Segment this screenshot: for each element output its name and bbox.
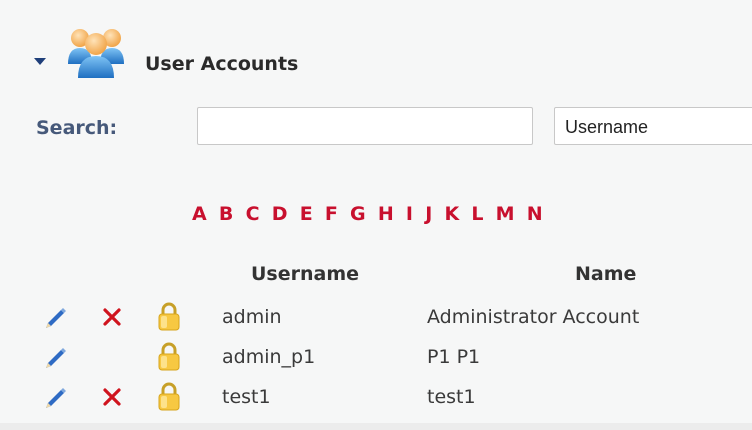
- letter-filter-b[interactable]: B: [219, 203, 233, 225]
- table-row: admin_p1 P1 P1: [0, 342, 752, 386]
- delete-x-icon[interactable]: [101, 386, 123, 408]
- edit-pencil-icon[interactable]: [40, 344, 70, 374]
- search-field-select[interactable]: Username: [554, 107, 752, 145]
- letter-filter-e[interactable]: E: [300, 203, 313, 225]
- letter-filter-k[interactable]: K: [444, 203, 459, 225]
- letter-filter-j[interactable]: J: [425, 203, 432, 225]
- name-cell: P1 P1: [427, 346, 481, 368]
- letter-filter-i[interactable]: I: [406, 203, 413, 225]
- panel-title: User Accounts: [145, 53, 299, 75]
- table-row: test1 test1: [0, 382, 752, 426]
- letter-filter-n[interactable]: N: [527, 203, 543, 225]
- letter-filter-h[interactable]: H: [378, 203, 394, 225]
- edit-pencil-icon[interactable]: [40, 304, 70, 334]
- username-cell: admin_p1: [222, 346, 316, 368]
- lock-icon[interactable]: [155, 340, 183, 372]
- table-row: admin Administrator Account: [0, 302, 752, 346]
- letter-filter-f[interactable]: F: [325, 203, 338, 225]
- letter-filter-a[interactable]: A: [192, 203, 207, 225]
- alphabet-filter: ABCDEFGHIJKLMN: [192, 203, 555, 225]
- column-header-name[interactable]: Name: [575, 263, 636, 285]
- lock-icon[interactable]: [155, 380, 183, 412]
- name-cell: test1: [427, 386, 476, 408]
- username-cell: admin: [222, 306, 282, 328]
- letter-filter-c[interactable]: C: [246, 203, 260, 225]
- users-icon: [68, 29, 124, 78]
- letter-filter-m[interactable]: M: [496, 203, 515, 225]
- letter-filter-d[interactable]: D: [272, 203, 288, 225]
- column-header-username[interactable]: Username: [251, 263, 359, 285]
- collapse-caret-icon[interactable]: [34, 58, 46, 65]
- delete-x-icon[interactable]: [101, 306, 123, 328]
- username-cell: test1: [222, 386, 271, 408]
- user-accounts-panel-header: User Accounts: [0, 0, 752, 110]
- edit-pencil-icon[interactable]: [40, 384, 70, 414]
- letter-filter-l[interactable]: L: [471, 203, 483, 225]
- search-input[interactable]: [197, 107, 533, 145]
- letter-filter-g[interactable]: G: [350, 203, 366, 225]
- search-label: Search:: [36, 117, 118, 139]
- name-cell: Administrator Account: [427, 306, 640, 328]
- bottom-divider: [0, 423, 752, 430]
- lock-icon[interactable]: [155, 300, 183, 332]
